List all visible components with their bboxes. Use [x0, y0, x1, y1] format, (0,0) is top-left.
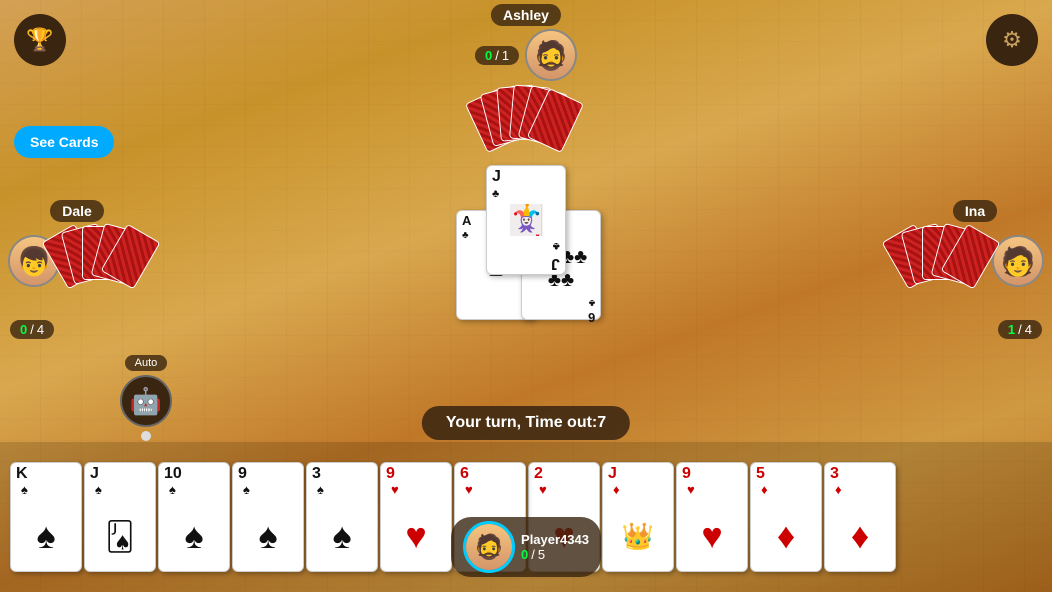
player-left-score: 0 / 4 [10, 320, 54, 339]
player-left-info: Dale 👦 [8, 200, 146, 296]
hand-card-9-hearts-2[interactable]: 9♥ ♥ [676, 462, 748, 572]
trophy-icon: 🏆 [26, 27, 53, 53]
player-left-cards [66, 226, 146, 296]
hand-card-j-diamonds[interactable]: J♦ 👑 [602, 462, 674, 572]
player-left-name: Dale [50, 200, 104, 222]
center-card-jack: J♣ 🃏 J♣ [486, 165, 566, 275]
see-cards-button[interactable]: See Cards [14, 126, 114, 158]
auto-indicator [141, 431, 151, 441]
status-bar: Your turn, Time out:7 [422, 406, 630, 440]
hand-card-3-spades[interactable]: 3♠ ♠ [306, 462, 378, 572]
settings-button[interactable]: ⚙ [986, 14, 1038, 66]
auto-button[interactable]: 🤖 [120, 375, 172, 427]
play-area: J♣ 🃏 J♣ A♣ ♣ A♣ 6♣ ♣♣♣♣♣♣ 6♣ [386, 155, 666, 355]
game-table: 🏆 ⚙ See Cards Ashley 0 / 1 🧔 [0, 0, 1052, 592]
player-bottom-name: Player4343 [521, 532, 589, 547]
auto-section: Auto 🤖 [120, 355, 172, 441]
hand-card-k-spades[interactable]: K♠ ♠ [10, 462, 82, 572]
hand-card-9-hearts[interactable]: 9♥ ♥ [380, 462, 452, 572]
player-bottom-score: 0 / 5 [521, 547, 545, 562]
player-right-info: Ina 🧑 [906, 200, 1044, 296]
player-right-avatar: 🧑 [992, 235, 1044, 287]
hand-card-9-spades[interactable]: 9♠ ♠ [232, 462, 304, 572]
player-bottom-info: 🧔 Player4343 0 / 5 [451, 522, 601, 582]
player-top-score: 0 / 1 [475, 46, 519, 65]
player-right-cards [906, 226, 986, 296]
player-top-info: Ashley 0 / 1 🧔 [475, 4, 577, 141]
player-top-name: Ashley [491, 4, 561, 26]
hand-card-5-diamonds[interactable]: 5♦ ♦ [750, 462, 822, 572]
player-top-cards [481, 86, 571, 141]
player-top-avatar: 🧔 [525, 29, 577, 81]
trophy-button[interactable]: 🏆 [14, 14, 66, 66]
player-right-score: 1 / 4 [998, 320, 1042, 339]
hand-card-10-spades[interactable]: 10♠ ♠ [158, 462, 230, 572]
player-bottom-avatar: 🧔 [463, 521, 515, 573]
hand-card-j-spades[interactable]: J♠ 🂫 [84, 462, 156, 572]
settings-icon: ⚙ [1002, 27, 1022, 53]
player-right-name: Ina [953, 200, 997, 222]
hand-card-3-diamonds[interactable]: 3♦ ♦ [824, 462, 896, 572]
auto-label: Auto [125, 355, 168, 371]
